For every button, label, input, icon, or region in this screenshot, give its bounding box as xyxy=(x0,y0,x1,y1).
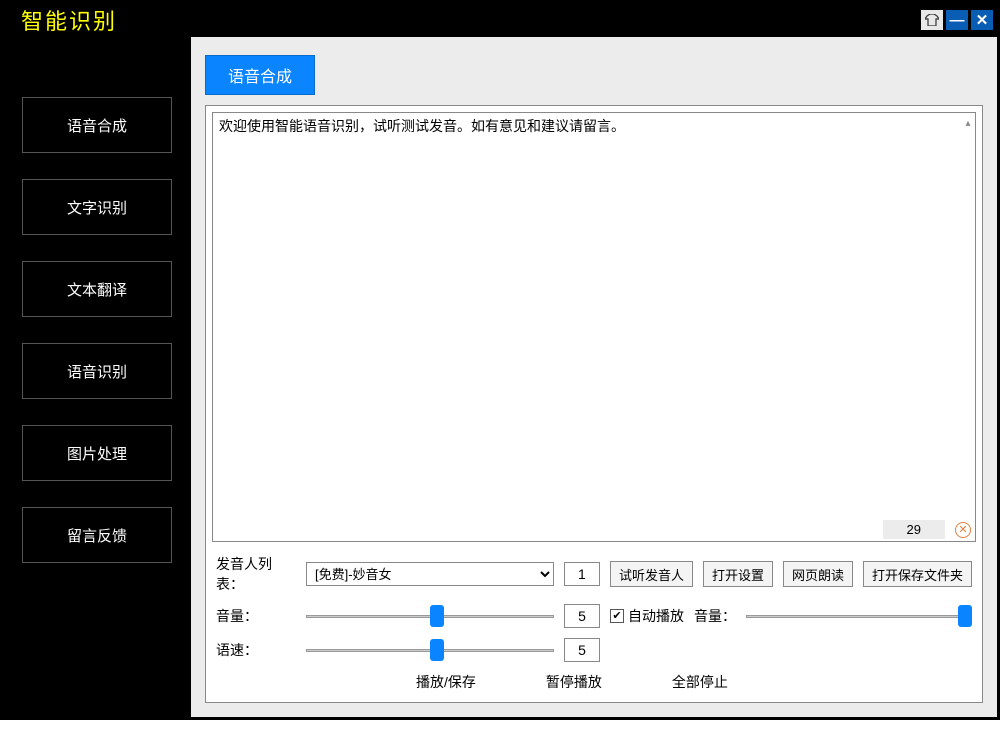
volume-slider[interactable] xyxy=(306,604,554,628)
app-window: 智能识别 — ✕ 语音合成 文字识别 文本翻译 语音识别 图片处理 留言反馈 语… xyxy=(0,0,1000,720)
scroll-up-icon[interactable]: ▴ xyxy=(963,115,973,131)
sidebar-item-translate[interactable]: 文本翻译 xyxy=(22,261,172,317)
sidebar-item-tts[interactable]: 语音合成 xyxy=(22,97,172,153)
close-button[interactable]: ✕ xyxy=(971,10,993,30)
main-panel: 语音合成 ▴ 欢迎使用智能语音识别，试听测试发音。如有意见和建议请留言。 29 … xyxy=(191,37,997,717)
volume-label: 音量： xyxy=(216,606,296,626)
volume-value[interactable]: 5 xyxy=(564,604,600,628)
app-title: 智能识别 xyxy=(21,4,117,36)
skin-icon[interactable] xyxy=(921,10,943,30)
counter-bar: 29 ✕ xyxy=(883,520,971,539)
open-settings-button[interactable]: 打开设置 xyxy=(703,561,773,587)
sidebar-item-ocr[interactable]: 文字识别 xyxy=(22,179,172,235)
playback-actions: 播放/保存 暂停播放 全部停止 xyxy=(216,672,972,692)
controls: 发音人列表： [免费]-妙音女 1 试听发音人 打开设置 网页朗读 打开保存文件… xyxy=(206,548,982,702)
titlebar: 智能识别 — ✕ xyxy=(3,3,997,37)
text-input-area[interactable]: ▴ 欢迎使用智能语音识别，试听测试发音。如有意见和建议请留言。 29 ✕ xyxy=(212,112,976,542)
minimize-button[interactable]: — xyxy=(946,10,968,30)
pause-button[interactable]: 暂停播放 xyxy=(546,672,602,692)
voice-select[interactable]: [免费]-妙音女 xyxy=(306,562,554,586)
speed-value[interactable]: 5 xyxy=(564,638,600,662)
voice-list-label: 发音人列表： xyxy=(216,554,296,594)
sidebar-item-asr[interactable]: 语音识别 xyxy=(22,343,172,399)
master-volume-label: 音量： xyxy=(694,606,736,626)
sidebar-item-image[interactable]: 图片处理 xyxy=(22,425,172,481)
autoplay-checkbox[interactable]: ✔ 自动播放 xyxy=(610,606,684,626)
char-count: 29 xyxy=(883,520,945,539)
checkbox-icon: ✔ xyxy=(610,609,624,623)
sidebar: 语音合成 文字识别 文本翻译 语音识别 图片处理 留言反馈 xyxy=(3,37,191,717)
preview-voice-button[interactable]: 试听发音人 xyxy=(610,561,693,587)
open-folder-button[interactable]: 打开保存文件夹 xyxy=(863,561,972,587)
voice-row: 发音人列表： [免费]-妙音女 1 试听发音人 打开设置 网页朗读 打开保存文件… xyxy=(216,554,972,594)
tab-row: 语音合成 xyxy=(205,55,983,95)
body: 语音合成 文字识别 文本翻译 语音识别 图片处理 留言反馈 语音合成 ▴ 欢迎使… xyxy=(3,37,997,717)
autoplay-label: 自动播放 xyxy=(628,606,684,626)
speed-label: 语速： xyxy=(216,640,296,660)
tab-tts[interactable]: 语音合成 xyxy=(205,55,315,95)
stop-all-button[interactable]: 全部停止 xyxy=(672,672,728,692)
clear-icon[interactable]: ✕ xyxy=(955,522,971,538)
voice-index[interactable]: 1 xyxy=(564,562,600,586)
content-panel: ▴ 欢迎使用智能语音识别，试听测试发音。如有意见和建议请留言。 29 ✕ 发音人… xyxy=(205,105,983,703)
web-read-button[interactable]: 网页朗读 xyxy=(783,561,853,587)
speed-slider[interactable] xyxy=(306,638,554,662)
master-volume-slider[interactable] xyxy=(746,604,972,628)
window-controls: — ✕ xyxy=(921,10,993,30)
volume-row: 音量： 5 ✔ 自动播放 音量： xyxy=(216,604,972,628)
play-save-button[interactable]: 播放/保存 xyxy=(416,672,476,692)
speed-row: 语速： 5 xyxy=(216,638,972,662)
sidebar-item-feedback[interactable]: 留言反馈 xyxy=(22,507,172,563)
text-content: 欢迎使用智能语音识别，试听测试发音。如有意见和建议请留言。 xyxy=(213,113,975,139)
